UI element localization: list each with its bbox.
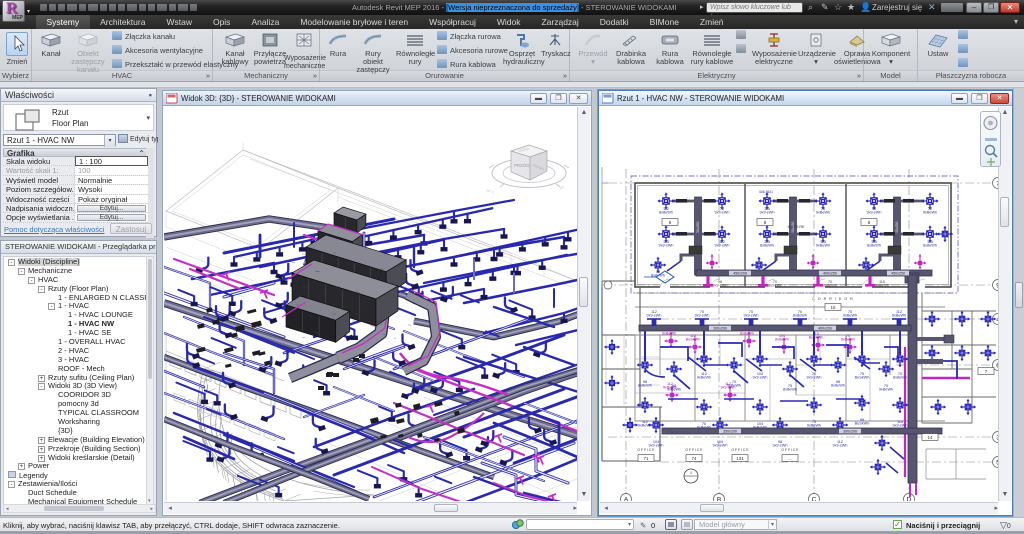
- svg-text:BuSkWh: BuSkWh: [809, 336, 824, 340]
- svg-text:BuSkWh: BuSkWh: [855, 422, 870, 426]
- svg-text:74: 74: [691, 456, 697, 461]
- svg-text:O F F I C E: O F F I C E: [637, 448, 655, 452]
- svg-text:9x9 eWh: 9x9 eWh: [649, 444, 664, 448]
- svg-text:D: D: [907, 496, 912, 501]
- svg-text:9xBeWh: 9xBeWh: [892, 314, 906, 318]
- svg-text:71: 71: [643, 456, 649, 461]
- svg-text:...: ...: [788, 456, 792, 461]
- svg-text:9x9 eWh: 9x9 eWh: [715, 211, 730, 215]
- svg-text:350x200: 350x200: [723, 430, 737, 434]
- svg-text:9x9 eWh: 9x9 eWh: [744, 314, 759, 318]
- svg-text:9xBeWh: 9xBeWh: [697, 376, 711, 380]
- svg-text:9xBeWh: 9xBeWh: [816, 244, 830, 248]
- svg-text:9xBeWh: 9xBeWh: [879, 388, 893, 392]
- svg-text:9xBeWh: 9xBeWh: [816, 211, 830, 215]
- svg-text:9x9 eWh: 9x9 eWh: [715, 244, 730, 248]
- svg-text:9x9 eWh: 9x9 eWh: [867, 211, 882, 215]
- svg-text:8x8eWh: 8x8eWh: [783, 388, 797, 392]
- svg-text:8x8eWh: 8x8eWh: [760, 244, 774, 248]
- svg-text:PRZÓD: PRZÓD: [514, 163, 529, 168]
- svg-text:C: C: [812, 496, 817, 501]
- svg-text:8x8eWh: 8x8eWh: [793, 314, 807, 318]
- svg-text:8x8eWh: 8x8eWh: [740, 332, 754, 336]
- svg-text:9x9 eWh: 9x9 eWh: [893, 424, 908, 428]
- svg-text:16: 16: [830, 305, 836, 310]
- svg-text:14: 14: [927, 435, 933, 440]
- svg-text:8x8eWh: 8x8eWh: [867, 244, 881, 248]
- svg-text:9x9 eWh: 9x9 eWh: [713, 284, 728, 288]
- svg-text:300x200: 300x200: [713, 327, 727, 331]
- svg-text:9x9 eWh: 9x9 eWh: [659, 244, 674, 248]
- svg-text:450x250: 450x250: [891, 272, 905, 276]
- svg-text:BuSkWh: BuSkWh: [686, 338, 701, 342]
- svg-text:9xBeWh: 9xBeWh: [638, 424, 652, 428]
- svg-text:9xBeWh: 9xBeWh: [667, 388, 681, 392]
- svg-text:9x9 eWh: 9x9 eWh: [695, 314, 710, 318]
- svg-text:9x9 eWh: 9x9 eWh: [807, 376, 822, 380]
- svg-text:9x9 eWh: 9x9 eWh: [833, 444, 848, 448]
- svg-text:9x9 eWh: 9x9 eWh: [773, 444, 788, 448]
- svg-text:8x8eWh: 8x8eWh: [875, 284, 889, 288]
- svg-text:8x8eWh: 8x8eWh: [893, 376, 907, 380]
- svg-text:O F F I C E: O F F I C E: [685, 448, 703, 452]
- svg-text:C O R R I D O R: C O R R I D O R: [812, 297, 854, 301]
- svg-text:8x8eWh: 8x8eWh: [923, 244, 937, 248]
- svg-text:8x8eWh: 8x8eWh: [775, 338, 789, 342]
- svg-text:MA TS RE: MA TS RE: [788, 225, 805, 229]
- svg-text:BuSkWh: BuSkWh: [768, 284, 783, 288]
- svg-text:8x8eWh: 8x8eWh: [638, 384, 652, 388]
- svg-text:400x200: 400x200: [818, 327, 832, 331]
- svg-text:300x200: 300x200: [843, 430, 857, 434]
- svg-text:9x9 eWh: 9x9 eWh: [760, 211, 775, 215]
- svg-text:9xBeWh: 9xBeWh: [807, 424, 821, 428]
- svg-text:131: 131: [736, 456, 744, 461]
- svg-text:BuSkWh: BuSkWh: [855, 376, 870, 380]
- svg-text:9x9 eWh: 9x9 eWh: [753, 376, 768, 380]
- svg-text:O F F I C E: O F F I C E: [781, 448, 799, 452]
- svg-text:8x8eWh: 8x8eWh: [659, 211, 673, 215]
- svg-text:O F F I C E: O F F I C E: [731, 448, 749, 452]
- svg-text:8x8eWh: 8x8eWh: [823, 284, 837, 288]
- svg-text:446 3641: 446 3641: [759, 190, 773, 194]
- svg-text:8x8eWh: 8x8eWh: [831, 384, 845, 388]
- svg-text:9x9 eWh: 9x9 eWh: [713, 444, 728, 448]
- svg-text:9x9 eWh: 9x9 eWh: [647, 314, 662, 318]
- svg-text:B: B: [717, 496, 721, 501]
- svg-text:9xBeWh: 9xBeWh: [843, 314, 857, 318]
- svg-text:9xBeWh: 9xBeWh: [662, 332, 676, 336]
- svg-text:9xBeWh: 9xBeWh: [923, 211, 937, 215]
- svg-text:450x200: 450x200: [733, 272, 747, 276]
- svg-text:9xBeWh: 9xBeWh: [727, 384, 741, 388]
- svg-text:A: A: [624, 496, 629, 501]
- svg-text:400x250: 400x250: [823, 272, 837, 276]
- svg-text:9xBeWh: 9xBeWh: [841, 338, 855, 342]
